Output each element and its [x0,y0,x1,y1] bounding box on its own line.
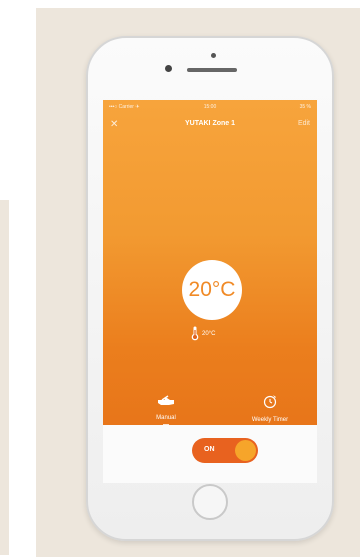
status-bar: •••○ Carrier ✈ 15:00 35 % [103,100,317,112]
mode-weekly-timer-button[interactable]: Weekly Timer [244,393,296,423]
edit-button[interactable]: Edit [298,120,310,127]
room-temperature-value: 20°C [202,330,216,337]
power-toggle-label: ON [204,446,215,453]
mode-manual-label: Manual [156,415,176,421]
front-camera [211,53,216,58]
mode-weekly-timer-label: Weekly Timer [251,417,289,423]
battery-level: 35 % [299,104,311,110]
timer-icon [262,395,278,413]
mode-manual-button[interactable]: Manual [151,394,181,425]
front-sensor [165,65,172,72]
home-button[interactable] [192,484,228,520]
power-toggle-knob [235,440,256,461]
temperature-setpoint-dial[interactable]: 20°C [182,260,242,320]
status-time: 15:00 [203,104,217,110]
bottom-panel: ON [103,425,317,483]
left-background-strip [0,200,9,555]
power-toggle[interactable]: ON [192,438,258,463]
earpiece-speaker [187,68,237,72]
hand-icon [157,394,175,411]
app-screen: •••○ Carrier ✈ 15:00 35 % ✕ YUTAKI Zone … [103,100,317,483]
thermometer-icon [191,326,199,341]
room-temperature: 20°C [191,326,215,341]
phone-device: •••○ Carrier ✈ 15:00 35 % ✕ YUTAKI Zone … [86,36,334,541]
temperature-setpoint-value: 20°C [188,278,236,301]
screen-title: YUTAKI Zone 1 [184,120,236,127]
